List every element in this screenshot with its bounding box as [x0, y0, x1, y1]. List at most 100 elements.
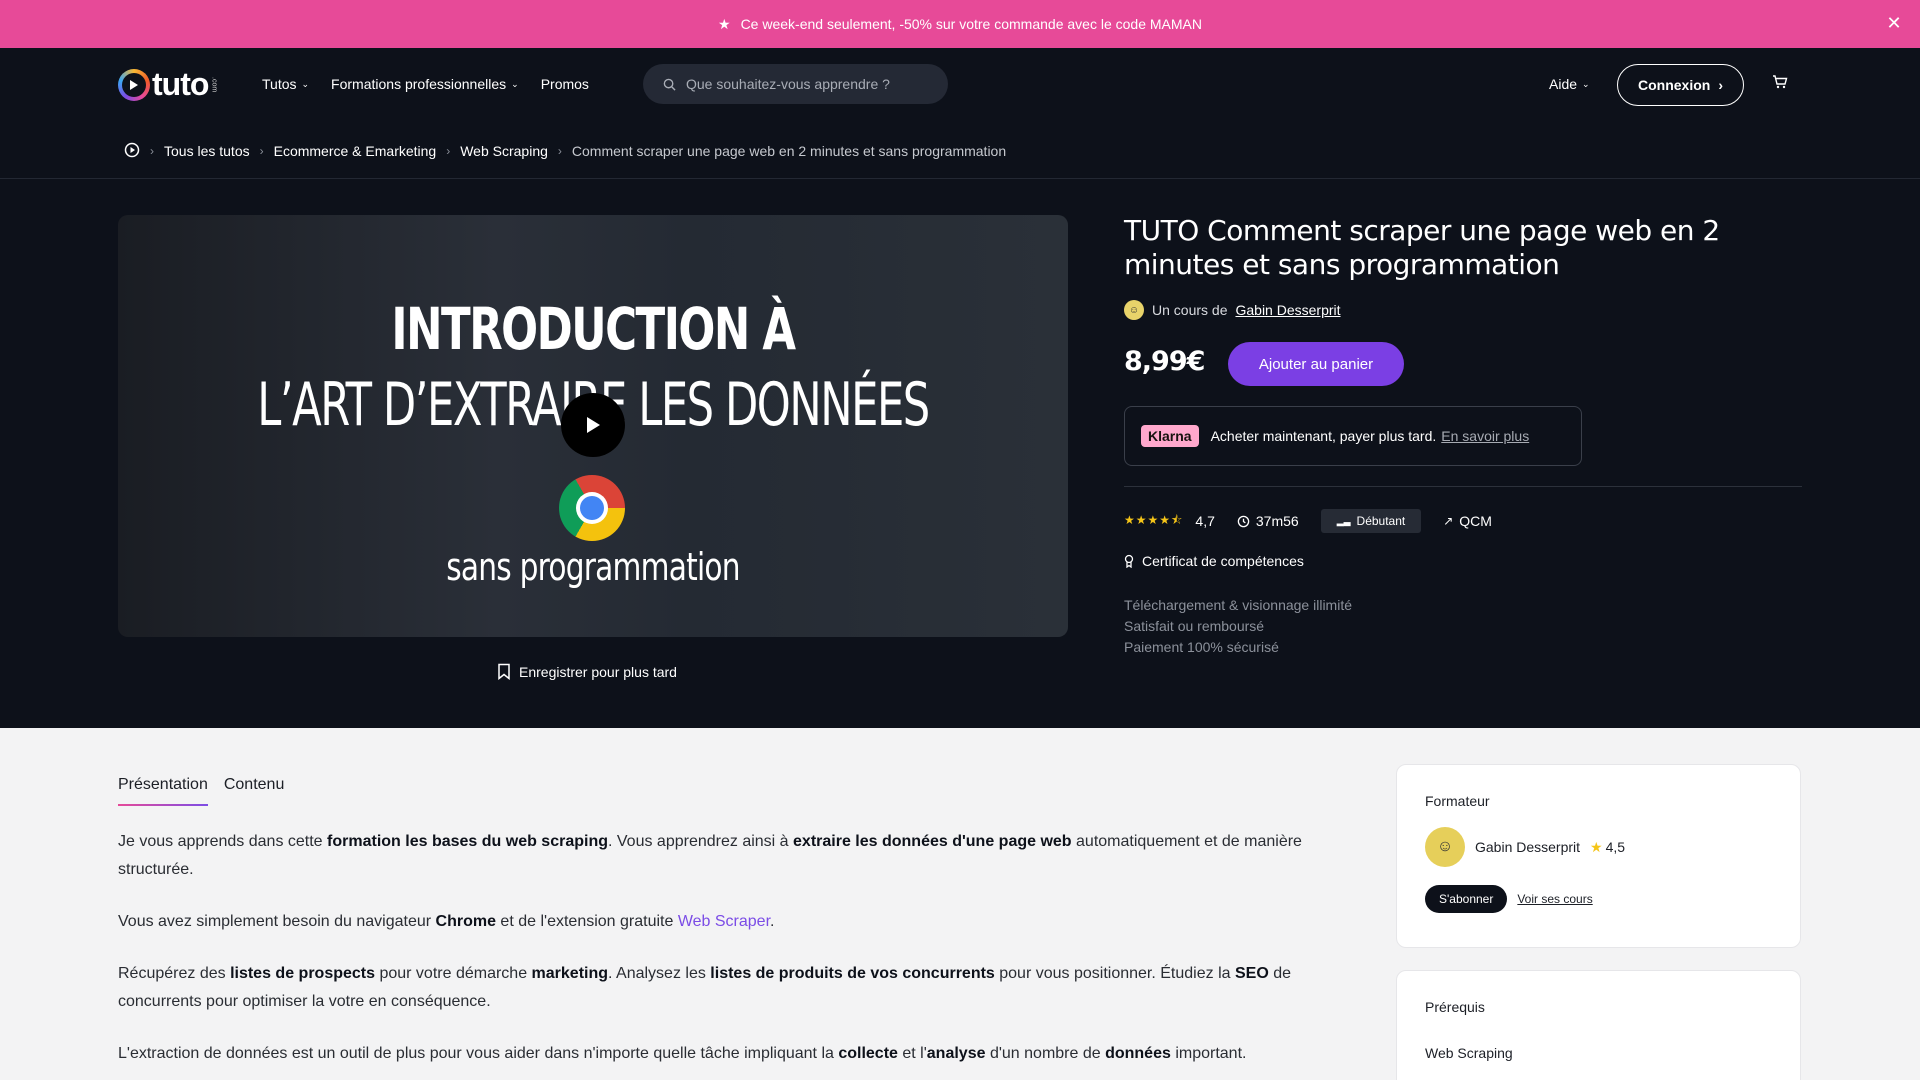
close-icon[interactable]: ✕: [1882, 11, 1906, 35]
chevron-down-icon: ⌄: [1582, 78, 1590, 89]
trend-icon: ↗: [1443, 514, 1454, 528]
prereq-card-title: Prérequis: [1425, 999, 1485, 1015]
description-paragraph: Je vous apprends dans cette formation le…: [118, 833, 1302, 878]
search-input[interactable]: [686, 76, 926, 92]
level-bars-icon: ▂▃: [1336, 515, 1351, 526]
breadcrumb: › Tous les tutos › Ecommerce & Emarketin…: [124, 140, 1006, 162]
level-badge: ▂▃ Débutant: [1320, 509, 1422, 533]
course-title: TUTO Comment scraper une page web en 2 m…: [1124, 214, 1720, 281]
breadcrumb-item[interactable]: Tous les tutos: [164, 143, 250, 159]
prerequisites-card: Prérequis Web Scraping: [1396, 970, 1801, 1080]
star-icon: ★: [1590, 838, 1603, 855]
details-divider: [1124, 486, 1802, 487]
breadcrumb-item[interactable]: Web Scraping: [460, 143, 548, 159]
author-link[interactable]: Gabin Desserprit: [1235, 302, 1340, 318]
chrome-logo-icon: [559, 475, 625, 541]
logo-sub: .com: [210, 76, 218, 93]
star-rating-icon: ★★★★⯪: [1124, 512, 1184, 527]
see-courses-link[interactable]: Voir ses cours: [1517, 892, 1592, 906]
video-subtitle: sans programmation: [446, 545, 740, 589]
rating: ★★★★⯪ 4,7: [1124, 511, 1215, 532]
promo-text: Ce week-end seulement, -50% sur votre co…: [740, 16, 1202, 32]
chevron-right-icon: ›: [1718, 77, 1723, 93]
description-paragraph: Vous avez simplement besoin du navigateu…: [118, 913, 775, 930]
logo-text: tuto: [152, 66, 209, 102]
breadcrumb-current: Comment scraper une page web en 2 minute…: [571, 143, 1007, 159]
aide-label: Aide: [1549, 76, 1578, 92]
nav-tutos-label: Tutos: [262, 76, 297, 92]
description-paragraph: L'extraction de données est un outil de …: [118, 1045, 1247, 1062]
klarna-learn-more-link[interactable]: En savoir plus: [1441, 428, 1529, 444]
level-label: Débutant: [1356, 514, 1406, 528]
logo[interactable]: tuto .com: [118, 66, 217, 103]
tab-presentation[interactable]: Présentation: [118, 776, 208, 806]
qcm: ↗ QCM: [1443, 513, 1492, 529]
prereq-item[interactable]: Web Scraping: [1425, 1045, 1772, 1061]
perks-list: Téléchargement & visionnage illimité Sat…: [1124, 595, 1352, 658]
content-tabs: Présentation Contenu: [118, 776, 284, 806]
clock-icon: [1237, 515, 1250, 527]
nav-formations[interactable]: Formations professionnelles ⌄: [331, 76, 519, 92]
avatar[interactable]: ☺: [1425, 827, 1465, 867]
description-paragraph: Récupérez des listes de prospects pour v…: [118, 965, 1292, 1010]
subscribe-button[interactable]: S'abonner: [1425, 885, 1508, 913]
add-to-cart-button[interactable]: Ajouter au panier: [1228, 342, 1404, 386]
bookmark-icon: [498, 663, 510, 680]
trainer-actions: S'abonner Voir ses cours: [1425, 885, 1772, 913]
klarna-banner: Klarna Acheter maintenant, payer plus ta…: [1124, 406, 1582, 466]
site-header: tuto .com Tutos ⌄ Formations professionn…: [0, 48, 1920, 120]
nav-formations-label: Formations professionnelles: [331, 76, 507, 92]
perk-item: Paiement 100% sécurisé: [1124, 639, 1279, 655]
trainer-rating: 4,5: [1605, 839, 1626, 855]
chevron-down-icon: ⌄: [301, 78, 310, 89]
chevron-right-icon: ›: [259, 144, 264, 158]
certificate-label: Certificat de compétences: [1142, 553, 1304, 569]
certificate: Certificat de compétences: [1124, 553, 1304, 569]
video-title-line1: INTRODUCTION À: [391, 295, 796, 363]
web-scraper-link[interactable]: Web Scraper: [678, 913, 770, 930]
award-icon: [1124, 554, 1134, 568]
header-divider: [0, 178, 1920, 179]
perk-item: Téléchargement & visionnage illimité: [1124, 597, 1352, 613]
star-icon: ★: [718, 15, 731, 32]
chevron-right-icon: ›: [446, 144, 451, 158]
cart-icon[interactable]: [1772, 74, 1788, 95]
author-prefix: Un cours de: [1152, 302, 1228, 318]
klarna-logo: Klarna: [1141, 425, 1199, 447]
search-bar[interactable]: [643, 64, 948, 104]
connexion-label: Connexion: [1637, 77, 1711, 93]
tab-contenu[interactable]: Contenu: [224, 776, 285, 806]
play-icon: [587, 417, 600, 433]
rating-value: 4,7: [1195, 513, 1215, 529]
connexion-button[interactable]: Connexion ›: [1617, 64, 1744, 106]
nav-tutos[interactable]: Tutos ⌄: [262, 76, 309, 92]
chevron-right-icon: ›: [150, 144, 154, 158]
course-price: 8,99€: [1124, 346, 1205, 377]
qcm-label: QCM: [1459, 513, 1492, 529]
chevron-down-icon: ⌄: [511, 78, 519, 89]
home-play-icon[interactable]: [124, 142, 140, 161]
course-details-section: Présentation Contenu Je vous apprends da…: [0, 728, 1920, 1080]
save-for-later-button[interactable]: Enregistrer pour plus tard: [497, 663, 677, 680]
course-author: ☺ Un cours de Gabin Desserprit: [1124, 300, 1341, 320]
author-avatar: ☺: [1124, 300, 1144, 320]
duration: 37m56: [1237, 513, 1299, 529]
play-button[interactable]: [561, 393, 625, 457]
logo-play-icon: [118, 68, 150, 101]
nav-promos[interactable]: Promos: [541, 76, 589, 92]
breadcrumb-item[interactable]: Ecommerce & Emarketing: [274, 143, 437, 159]
course-meta: ★★★★⯪ 4,7 37m56 ▂▃ Débutant ↗ QCM: [1124, 508, 1492, 534]
course-description: Je vous apprends dans cette formation le…: [118, 828, 1348, 1080]
duration-value: 37m56: [1255, 513, 1299, 529]
aide-menu[interactable]: Aide ⌄: [1549, 76, 1590, 92]
klarna-text: Acheter maintenant, payer plus tard.: [1210, 428, 1437, 444]
save-for-later-label: Enregistrer pour plus tard: [519, 663, 677, 680]
video-player[interactable]: INTRODUCTION À L’ART D’EXTRAIRE LES DONN…: [118, 215, 1068, 637]
trainer-card-title: Formateur: [1425, 793, 1490, 809]
trainer-name[interactable]: Gabin Desserprit: [1475, 839, 1580, 855]
chevron-right-icon: ›: [557, 144, 562, 158]
nav-promos-label: Promos: [540, 76, 589, 92]
promo-banner: ★ Ce week-end seulement, -50% sur votre …: [0, 0, 1920, 48]
trainer-info: ☺ Gabin Desserprit ★ 4,5: [1425, 827, 1772, 867]
main-nav: Tutos ⌄ Formations professionnelles ⌄ Pr…: [262, 48, 589, 120]
